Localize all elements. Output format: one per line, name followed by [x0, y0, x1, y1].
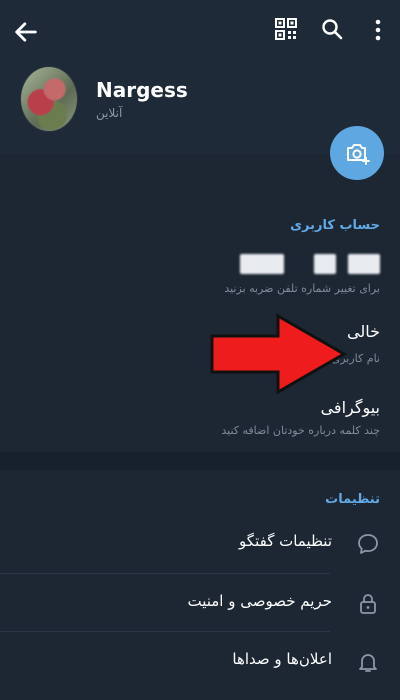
phone-hint: برای تغییر شماره تلفن ضربه بزنید	[224, 282, 380, 295]
bio-value[interactable]: بیوگرافی	[321, 398, 380, 417]
annotation-arrow-icon	[210, 313, 348, 395]
settings-item-label: تنظیمات گفتگو	[239, 532, 332, 550]
row-divider	[0, 573, 330, 574]
arrow-left-icon[interactable]	[12, 18, 40, 46]
set-photo-button[interactable]	[330, 126, 384, 180]
settings-item-label: حریم خصوصی و امنیت	[187, 592, 332, 610]
phone-number-redacted[interactable]	[240, 254, 380, 274]
avatar[interactable]	[20, 66, 78, 132]
account-section-title: حساب کاربری	[290, 218, 380, 233]
username-value[interactable]: خالی	[347, 322, 380, 341]
profile-status: آنلاین	[96, 106, 123, 120]
chat-bubble-icon	[358, 534, 378, 554]
bio-hint: چند کلمه درباره خودتان اضافه کنید	[221, 424, 380, 437]
profile-name: Nargess	[96, 78, 188, 102]
qr-code-icon[interactable]	[274, 17, 298, 41]
lock-icon	[360, 594, 376, 614]
bell-icon	[359, 654, 377, 672]
section-divider	[0, 452, 400, 470]
settings-section-title: تنظیمات	[325, 492, 380, 507]
camera-add-icon	[347, 144, 370, 165]
search-icon[interactable]	[320, 17, 344, 41]
settings-item-notifications[interactable]: اعلان‌ها و صداها	[0, 634, 400, 690]
settings-item-privacy[interactable]: حریم خصوصی و امنیت	[0, 576, 400, 632]
more-vertical-icon[interactable]	[368, 18, 388, 42]
settings-item-label: اعلان‌ها و صداها	[232, 650, 332, 668]
settings-item-chat[interactable]: تنظیمات گفتگو	[0, 516, 400, 572]
row-divider	[0, 631, 330, 632]
top-app-bar	[0, 0, 400, 62]
